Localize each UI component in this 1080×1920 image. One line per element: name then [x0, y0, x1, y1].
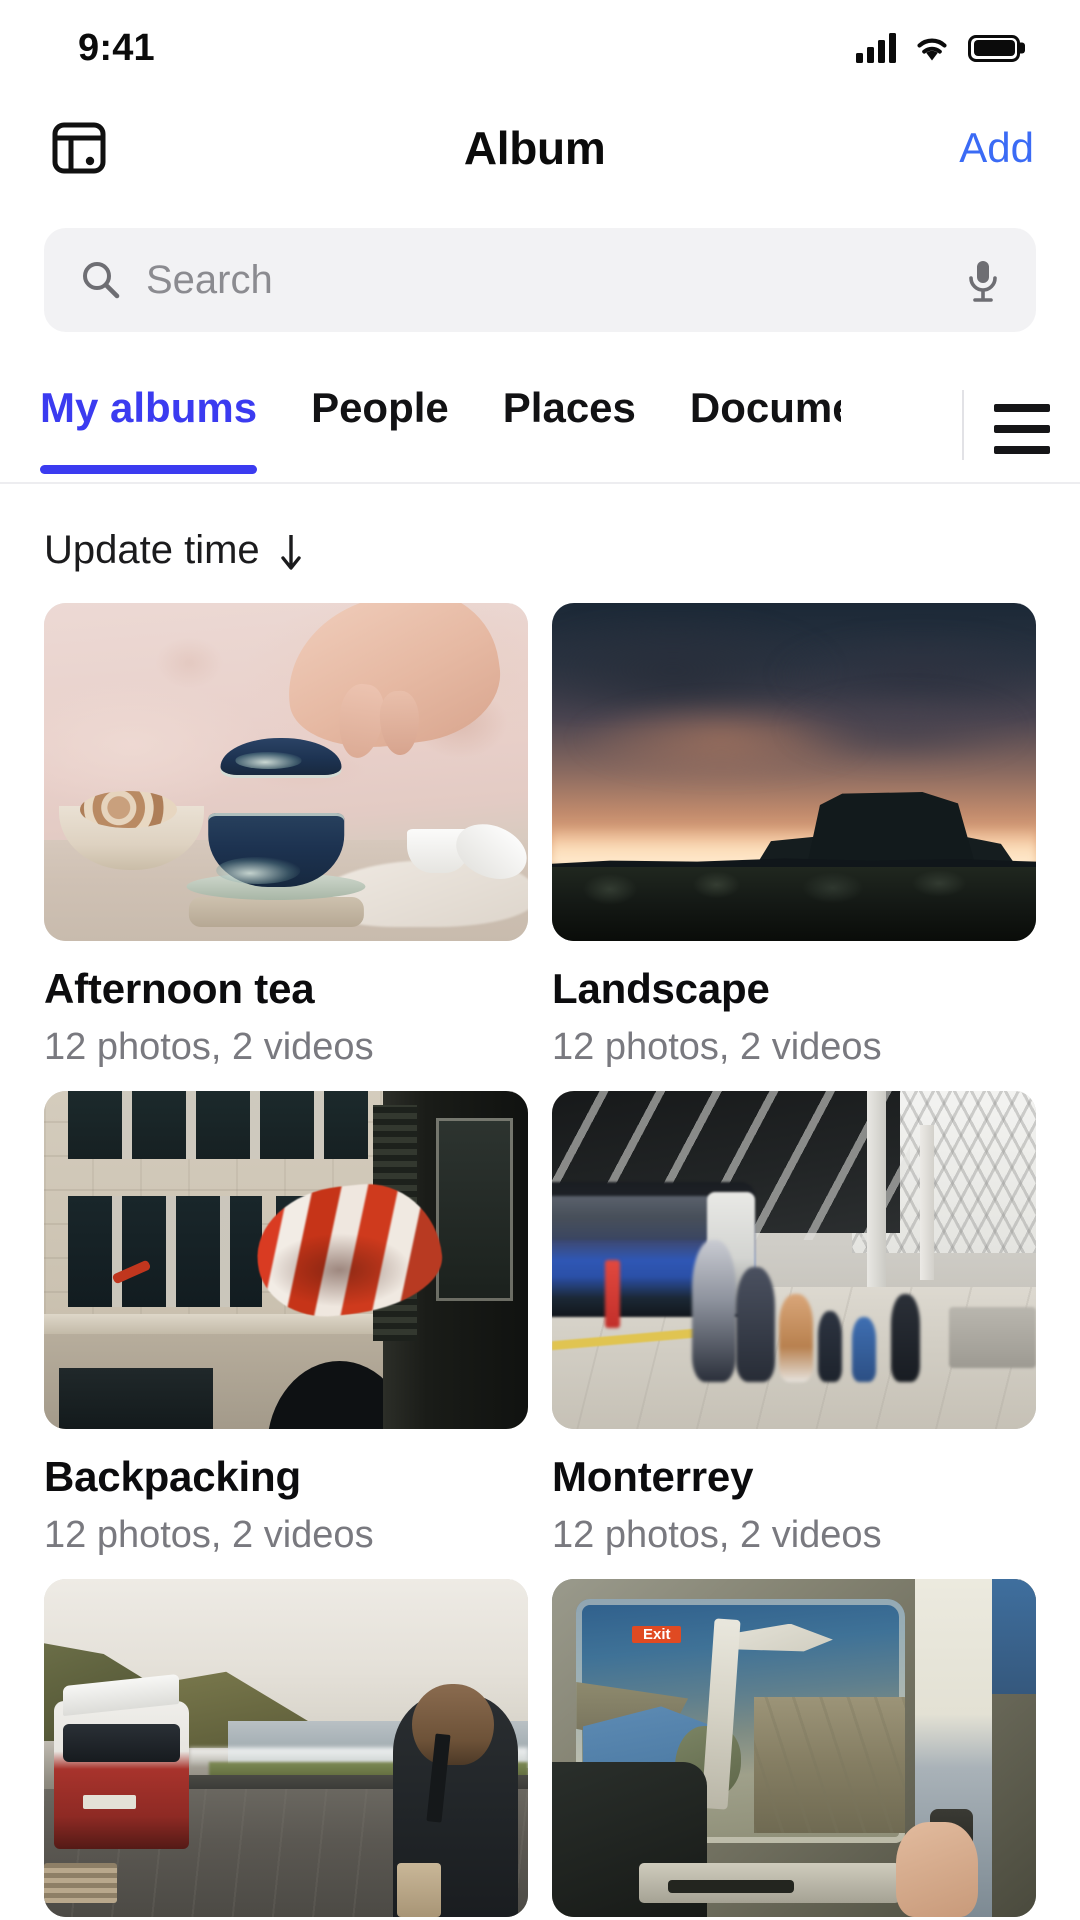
tab-my-albums[interactable]: My albums — [40, 376, 284, 482]
album-grid: Afternoon tea 12 photos, 2 videos Landsc… — [0, 603, 1080, 1920]
tab-bar: My albums People Places Docume — [0, 376, 1080, 484]
search-section: Search — [0, 200, 1080, 332]
search-bar[interactable]: Search — [44, 228, 1036, 332]
tab-list[interactable]: My albums People Places Docume — [0, 376, 956, 482]
battery-full-icon — [968, 34, 1020, 62]
tab-places[interactable]: Places — [476, 376, 663, 482]
status-icons — [856, 33, 1020, 63]
album-count: 12 photos, 2 videos — [552, 1026, 882, 1068]
exit-sticker — [632, 1626, 682, 1643]
album-card[interactable]: Landscape 12 photos, 2 videos — [552, 603, 1036, 1069]
album-thumbnail[interactable] — [552, 1579, 1036, 1917]
album-screen: 9:41 Album Add Search My albums People P… — [0, 0, 1080, 1920]
search-icon — [80, 259, 122, 301]
album-thumbnail[interactable] — [552, 603, 1036, 941]
page-title: Album — [463, 122, 606, 174]
sort-label: Update time — [44, 528, 260, 572]
tab-documents[interactable]: Docume — [663, 376, 841, 482]
album-title: Monterrey — [552, 1453, 754, 1500]
arrow-down-icon — [278, 531, 304, 571]
album-title: Backpacking — [44, 1453, 301, 1500]
layout-sidebar-icon[interactable] — [48, 117, 110, 179]
album-thumbnail[interactable] — [44, 1579, 528, 1917]
album-card[interactable]: Afternoon tea 12 photos, 2 videos — [44, 603, 528, 1069]
album-card[interactable] — [44, 1579, 528, 1920]
album-title: Landscape — [552, 965, 770, 1012]
nav-bar: Album Add — [0, 96, 1080, 200]
album-thumbnail[interactable] — [44, 1091, 528, 1429]
album-card[interactable]: Backpacking 12 photos, 2 videos — [44, 1091, 528, 1557]
tab-people[interactable]: People — [284, 376, 476, 482]
album-card[interactable] — [552, 1579, 1036, 1920]
cellular-signal-icon — [856, 33, 896, 63]
album-thumbnail[interactable] — [552, 1091, 1036, 1429]
album-count: 12 photos, 2 videos — [44, 1026, 374, 1068]
status-bar: 9:41 — [0, 0, 1080, 96]
search-input[interactable]: Search — [146, 258, 940, 303]
sort-control[interactable]: Update time — [0, 484, 1080, 603]
album-card[interactable]: Monterrey 12 photos, 2 videos — [552, 1091, 1036, 1557]
album-title: Afternoon tea — [44, 965, 315, 1012]
status-time: 9:41 — [78, 26, 155, 69]
album-count: 12 photos, 2 videos — [44, 1514, 374, 1556]
wifi-icon — [913, 33, 951, 63]
album-count: 12 photos, 2 videos — [552, 1514, 882, 1556]
album-thumbnail[interactable] — [44, 603, 528, 941]
add-button[interactable]: Add — [959, 124, 1034, 172]
hamburger-menu-icon[interactable] — [964, 376, 1080, 482]
microphone-icon[interactable] — [964, 257, 1002, 303]
